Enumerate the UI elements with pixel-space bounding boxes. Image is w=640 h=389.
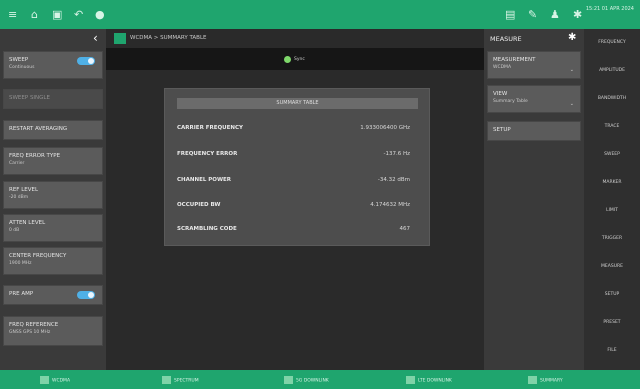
- mode-tab-5g-downlink[interactable]: 5G DOWNLINK: [284, 376, 329, 384]
- freq-error-type-button[interactable]: FREQ ERROR TYPE Carrier: [3, 147, 103, 175]
- sweep-toggle[interactable]: [77, 57, 95, 65]
- row-label: SCRAMBLING CODE: [177, 226, 237, 232]
- table-row: CARRIER FREQUENCY 1.933006400 GHz: [177, 125, 418, 135]
- view-title-bar: WCDMA > SUMMARY TABLE: [106, 29, 484, 48]
- row-value: -137.6 Hz: [383, 151, 410, 157]
- row-value: 467: [399, 226, 411, 232]
- undo-icon[interactable]: ↶: [74, 9, 83, 20]
- left-panel: ‹ SWEEP Continuous SWEEP SINGLE RESTART …: [0, 29, 106, 370]
- menu-item-amplitude[interactable]: AMPLITUDE: [584, 57, 640, 85]
- menu-item-trace[interactable]: TRACE: [584, 113, 640, 141]
- main-menu-strip: FREQUENCY AMPLITUDE BANDWIDTH TRACE SWEE…: [584, 29, 640, 370]
- summary-table: SUMMARY TABLE CARRIER FREQUENCY 1.933006…: [164, 88, 430, 246]
- freq-reference-button[interactable]: FREQ REFERENCE GNSS GPS 10 MHz: [3, 316, 103, 346]
- sync-status-dot-icon: [284, 56, 291, 63]
- measure-panel-title: MEASURE: [490, 35, 522, 43]
- menu-item-file[interactable]: FILE: [584, 337, 640, 365]
- summary-table-header: SUMMARY TABLE: [177, 98, 418, 109]
- tools-icon[interactable]: ✎: [528, 9, 537, 20]
- row-value: 4.174632 MHz: [370, 202, 410, 208]
- row-label: OCCUPIED BW: [177, 202, 221, 208]
- row-value: -34.32 dBm: [377, 177, 410, 183]
- pin-icon[interactable]: ●: [95, 9, 105, 20]
- pre-amp-toggle[interactable]: [77, 291, 95, 299]
- menu-item-setup[interactable]: SETUP: [584, 281, 640, 309]
- table-row: CHANNEL POWER -34.32 dBm: [177, 177, 418, 187]
- ref-level-button[interactable]: REF LEVEL -20 dBm: [3, 181, 103, 209]
- chevron-left-icon[interactable]: ‹: [93, 32, 98, 44]
- menu-item-frequency[interactable]: FREQUENCY: [584, 29, 640, 57]
- mode-icon: [406, 376, 415, 384]
- mode-tab-spectrum[interactable]: SPECTRUM: [162, 376, 199, 384]
- menu-item-sweep[interactable]: SWEEP: [584, 141, 640, 169]
- table-row: SCRAMBLING CODE 467: [177, 226, 418, 236]
- row-label: FREQUENCY ERROR: [177, 151, 238, 157]
- menu-icon[interactable]: ≡: [8, 9, 17, 20]
- view-select[interactable]: VIEW Summary Table ⌄: [487, 85, 581, 113]
- sync-status-text: Sync: [294, 57, 305, 62]
- menu-item-preset[interactable]: PRESET: [584, 309, 640, 337]
- setup-button[interactable]: SETUP: [487, 121, 581, 141]
- home-icon[interactable]: ⌂: [31, 9, 38, 20]
- center-frequency-button[interactable]: CENTER FREQUENCY 1900 MHz: [3, 247, 103, 275]
- menu-item-measure[interactable]: MEASURE: [584, 253, 640, 281]
- row-label: CHANNEL POWER: [177, 177, 232, 183]
- mode-icon: [284, 376, 293, 384]
- chevron-down-icon: ⌄: [569, 67, 574, 73]
- gear-icon[interactable]: ✱: [573, 9, 582, 20]
- mode-icon: [162, 376, 171, 384]
- gear-icon[interactable]: ✱: [568, 32, 576, 43]
- sweep-button[interactable]: SWEEP Continuous: [3, 51, 103, 79]
- row-value: 1.933006400 GHz: [360, 125, 410, 131]
- measurement-icon: [114, 33, 126, 44]
- top-toolbar: ≡ ⌂ ▣ ↶ ● ▤ ✎ ♟ ✱ 15:21 01 APR 2024: [0, 0, 640, 29]
- mode-tab-lte-downlink[interactable]: LTE DOWNLINK: [406, 376, 452, 384]
- screen-icon[interactable]: ▤: [505, 9, 515, 20]
- measurement-select[interactable]: MEASUREMENT WCDMA ⌄: [487, 51, 581, 79]
- save-icon[interactable]: ▣: [52, 9, 62, 20]
- measure-panel: MEASURE ✱ MEASUREMENT WCDMA ⌄ VIEW Summa…: [484, 29, 584, 370]
- chevron-down-icon: ⌄: [569, 101, 574, 107]
- menu-item-marker[interactable]: MARKER: [584, 169, 640, 197]
- mode-icon: [528, 376, 537, 384]
- mode-tab-wcdma[interactable]: WCDMA: [40, 376, 70, 384]
- atten-level-button[interactable]: ATTEN LEVEL 0 dB: [3, 214, 103, 242]
- view-title: WCDMA > SUMMARY TABLE: [130, 35, 207, 41]
- user-icon[interactable]: ♟: [550, 9, 560, 20]
- row-label: CARRIER FREQUENCY: [177, 125, 243, 131]
- summary-button[interactable]: SUMMARY: [528, 376, 563, 384]
- restart-averaging-button[interactable]: RESTART AVERAGING: [3, 120, 103, 140]
- table-row: FREQUENCY ERROR -137.6 Hz: [177, 151, 418, 161]
- mode-icon: [40, 376, 49, 384]
- bottom-mode-bar: WCDMA SPECTRUM 5G DOWNLINK LTE DOWNLINK …: [0, 370, 640, 389]
- menu-item-bandwidth[interactable]: BANDWIDTH: [584, 85, 640, 113]
- clock: 15:21 01 APR 2024: [585, 6, 634, 12]
- sweep-single-button[interactable]: SWEEP SINGLE: [3, 89, 103, 109]
- sync-status-bar: Sync: [106, 48, 484, 70]
- menu-item-trigger[interactable]: TRIGGER: [584, 225, 640, 253]
- table-row: OCCUPIED BW 4.174632 MHz: [177, 202, 418, 212]
- menu-item-limit[interactable]: LIMIT: [584, 197, 640, 225]
- pre-amp-button[interactable]: PRE AMP: [3, 285, 103, 305]
